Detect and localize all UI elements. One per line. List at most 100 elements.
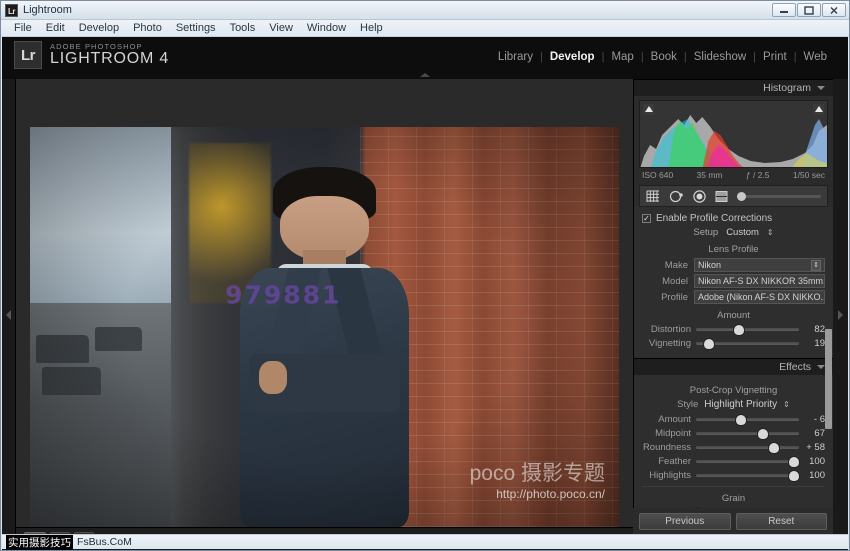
exif-aperture: ƒ / 2.5 [745, 170, 770, 180]
exif-iso: ISO 640 [642, 170, 674, 180]
vignette-roundness-knob[interactable] [769, 442, 780, 453]
vignette-midpoint-knob[interactable] [757, 428, 768, 439]
module-library[interactable]: Library [491, 51, 540, 63]
post-crop-vignetting-title: Post-Crop Vignetting [689, 385, 778, 396]
identity-plate[interactable]: Lr ADOBE PHOTOSHOP LIGHTROOM 4 [14, 41, 169, 69]
distortion-slider-row[interactable]: Distortion 82 [642, 324, 825, 335]
lens-profile-label: Profile [661, 291, 688, 303]
vignette-roundness-value[interactable]: + 58 [799, 442, 825, 453]
vignetting-slider-knob[interactable] [704, 338, 715, 349]
section-divider [642, 486, 825, 487]
crop-overlay-tool[interactable] [646, 190, 660, 203]
menu-item-settings[interactable]: Settings [169, 20, 223, 36]
menu-item-view[interactable]: View [262, 20, 300, 36]
histogram-graph[interactable] [639, 100, 828, 168]
vignette-amount-knob[interactable] [736, 414, 747, 425]
module-print[interactable]: Print [756, 51, 794, 63]
vignette-midpoint-row[interactable]: Midpoint 67 [642, 428, 825, 439]
identity-mainline: LIGHTROOM 4 [50, 49, 170, 67]
vignette-style-row[interactable]: Style Highlight Priority ⇕ [642, 399, 825, 410]
distortion-slider-track[interactable] [696, 324, 799, 335]
vignette-amount-value[interactable]: - 6 [799, 414, 825, 425]
chevron-down-icon [817, 86, 825, 90]
enable-profile-corrections-row[interactable]: ✓ Enable Profile Corrections [642, 213, 825, 224]
vignette-amount-row[interactable]: Amount - 6 [642, 414, 825, 425]
enable-profile-corrections-label: Enable Profile Corrections [656, 213, 773, 224]
chevron-right-icon [838, 309, 843, 320]
exif-focal-length: 35 mm [696, 170, 723, 180]
spot-removal-tool[interactable] [669, 190, 684, 203]
lightroom-workspace: Lr ADOBE PHOTOSHOP LIGHTROOM 4 Library |… [2, 37, 848, 550]
menu-item-edit[interactable]: Edit [39, 20, 72, 36]
vignette-highlights-knob[interactable] [788, 470, 799, 481]
setup-value[interactable]: Custom [726, 227, 759, 238]
lens-model-dropdown[interactable]: Nikon AF-S DX NIKKOR 35mm... ⇕ [694, 274, 825, 288]
vignette-midpoint-value[interactable]: 67 [799, 428, 825, 439]
maximize-button[interactable] [797, 3, 821, 17]
effects-panel-header[interactable]: Effects [634, 358, 833, 375]
adjustment-brush-tool[interactable] [737, 191, 821, 201]
vignette-feather-row[interactable]: Feather 100 [642, 456, 825, 467]
enable-profile-corrections-checkbox[interactable]: ✓ [642, 214, 651, 223]
setup-row[interactable]: Setup Custom ⇕ [642, 227, 825, 238]
menu-item-help[interactable]: Help [353, 20, 390, 36]
module-develop[interactable]: Develop [543, 51, 602, 63]
distortion-slider-knob[interactable] [734, 324, 745, 335]
lens-profile-row[interactable]: Profile Adobe (Nikon AF-S DX NIKKO... ⇕ [642, 290, 825, 304]
menu-item-file[interactable]: File [7, 20, 39, 36]
amount-title: Amount [717, 310, 750, 321]
content-row: 979881 poco 摄影专题 http://photo.poco.cn/ Y… [2, 79, 848, 550]
menu-item-develop[interactable]: Develop [72, 20, 126, 36]
photo-canvas[interactable]: 979881 poco 摄影专题 http://photo.poco.cn/ [30, 127, 619, 527]
status-text: FsBus.CoM [77, 536, 132, 548]
vignette-highlights-row[interactable]: Highlights 100 [642, 470, 825, 481]
module-picker: Library | Develop | Map | Book | Slidesh… [491, 51, 834, 63]
right-panel-toggle[interactable] [833, 79, 848, 550]
lens-corrections-panel: ✓ Enable Profile Corrections Setup Custo… [634, 207, 833, 358]
chevron-up-icon [420, 72, 430, 77]
vignette-feather-knob[interactable] [788, 456, 799, 467]
module-web[interactable]: Web [797, 51, 834, 63]
minimize-button[interactable] [772, 3, 796, 17]
highlight-clipping-icon[interactable] [813, 104, 824, 115]
brush-size-knob[interactable] [737, 191, 746, 201]
vignetting-value[interactable]: 19 [799, 338, 825, 349]
menu-item-photo[interactable]: Photo [126, 20, 169, 36]
right-panel-scrollbar[interactable] [825, 329, 832, 429]
distortion-value[interactable]: 82 [799, 324, 825, 335]
vignette-highlights-track[interactable] [696, 470, 799, 481]
vignette-style-label: Style [677, 399, 699, 410]
vignette-roundness-track[interactable] [696, 442, 799, 453]
menu-item-tools[interactable]: Tools [223, 20, 263, 36]
graduated-filter-tool[interactable] [715, 190, 728, 203]
lens-make-row[interactable]: Make Nikon ⇕ [642, 258, 825, 272]
vignetting-slider-track[interactable] [696, 338, 799, 349]
previous-button[interactable]: Previous [639, 512, 731, 530]
vignette-midpoint-track[interactable] [696, 428, 799, 439]
shadow-clipping-icon[interactable] [643, 104, 654, 115]
menu-item-window[interactable]: Window [300, 20, 353, 36]
vignette-highlights-value[interactable]: 100 [799, 470, 825, 481]
app-icon: Lr [5, 3, 18, 17]
histogram-panel-header[interactable]: Histogram [634, 79, 833, 96]
vignette-feather-value[interactable]: 100 [799, 456, 825, 467]
lens-model-row[interactable]: Model Nikon AF-S DX NIKKOR 35mm... ⇕ [642, 274, 825, 288]
left-panel-toggle[interactable] [2, 79, 16, 550]
module-slideshow[interactable]: Slideshow [687, 51, 753, 63]
top-panel-toggle[interactable] [2, 70, 848, 79]
module-book[interactable]: Book [644, 51, 684, 63]
vignette-style-value[interactable]: Highlight Priority [704, 399, 777, 410]
lens-profile-title: Lens Profile [708, 244, 759, 255]
vignette-roundness-row[interactable]: Roundness + 58 [642, 442, 825, 453]
lens-profile-dropdown[interactable]: Adobe (Nikon AF-S DX NIKKO... ⇕ [694, 290, 825, 304]
lens-make-dropdown[interactable]: Nikon ⇕ [694, 258, 825, 272]
red-eye-tool[interactable] [693, 189, 706, 203]
module-map[interactable]: Map [604, 51, 640, 63]
vignetting-slider-row[interactable]: Vignetting 19 [642, 338, 825, 349]
close-button[interactable] [822, 3, 846, 17]
vignette-amount-track[interactable] [696, 414, 799, 425]
vignette-feather-track[interactable] [696, 456, 799, 467]
image-viewer[interactable]: 979881 poco 摄影专题 http://photo.poco.cn/ Y… [16, 79, 633, 550]
lens-make-label: Make [664, 259, 688, 271]
reset-button[interactable]: Reset [735, 512, 827, 530]
